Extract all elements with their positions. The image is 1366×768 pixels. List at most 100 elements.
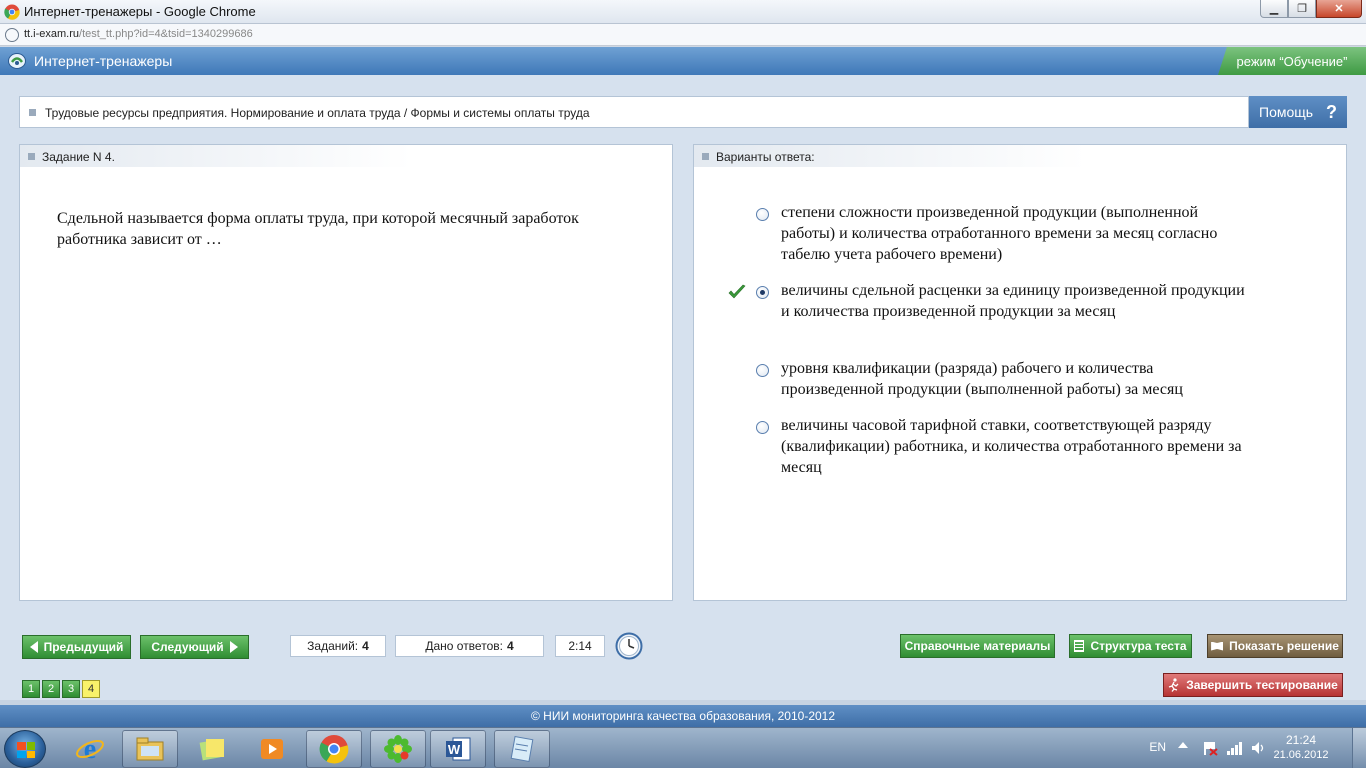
test-structure-label: Структура теста (1090, 639, 1187, 653)
taskbar-icq[interactable] (370, 730, 426, 768)
main-content: Трудовые ресурсы предприятия. Нормирован… (0, 75, 1366, 700)
arrow-left-icon (29, 641, 38, 653)
page-button-3[interactable]: 3 (62, 680, 80, 698)
taskbar-sticky-notes[interactable] (184, 730, 240, 768)
finish-test-label: Завершить тестирование (1186, 678, 1338, 692)
reference-materials-button[interactable]: Справочные материалы (900, 634, 1055, 658)
answer-radio[interactable] (756, 364, 769, 377)
next-label: Следующий (151, 640, 224, 654)
arrow-right-icon (229, 641, 238, 653)
show-desktop-button[interactable] (1352, 728, 1366, 768)
start-button[interactable] (4, 730, 46, 768)
minimize-icon: ▁ (1269, 3, 1279, 15)
task-header: Задание N 4. (20, 145, 412, 167)
next-button[interactable]: Следующий (140, 635, 249, 659)
window-title: Интернет-тренажеры - Google Chrome (24, 4, 256, 19)
exit-runner-icon (1169, 678, 1179, 692)
answer-radio[interactable] (756, 421, 769, 434)
window-controls: ▁ ❐ ✕ (1260, 0, 1362, 18)
tasks-count: Заданий: 4 (290, 635, 386, 657)
answered-count-label: Дано ответов: (425, 639, 503, 653)
show-hidden-icons-icon[interactable] (1178, 742, 1188, 748)
page-navigation: 1 2 3 4 (22, 680, 100, 698)
network-signal-icon[interactable] (1226, 740, 1244, 756)
sticky-notes-icon (199, 739, 224, 761)
url-text[interactable]: tt.i-exam.ru/test_tt.php?id=4&tsid=13402… (24, 28, 253, 40)
timer: 2:14 (555, 635, 605, 657)
app-header: Интернет-тренажеры режим “Обучение” (0, 47, 1366, 75)
windows-logo-icon (17, 742, 35, 758)
maximize-icon: ❐ (1297, 3, 1307, 15)
footer: © НИИ мониторинга качества образования, … (0, 705, 1366, 727)
page-button-4[interactable]: 4 (82, 680, 100, 698)
explorer-icon (136, 737, 164, 761)
volume-icon[interactable] (1250, 740, 1266, 756)
language-indicator[interactable]: EN (1149, 740, 1166, 754)
chrome-icon (319, 734, 349, 764)
answer-text: уровня квалификации (разряда) рабочего и… (781, 360, 1183, 398)
task-panel: Задание N 4. Сдельной называется форма о… (19, 144, 673, 601)
svg-text:W: W (448, 742, 461, 757)
answered-count-value: 4 (506, 639, 514, 653)
page-button-1[interactable]: 1 (22, 680, 40, 698)
address-bar[interactable]: tt.i-exam.ru/test_tt.php?id=4&tsid=13402… (0, 24, 1366, 46)
help-label: Помощь (1259, 104, 1314, 120)
answered-count: Дано ответов: 4 (395, 635, 544, 657)
show-solution-label: Показать решение (1229, 639, 1339, 653)
url-host: tt.i-exam.ru (24, 28, 80, 40)
taskbar-media-player[interactable] (244, 730, 300, 768)
question-mark-icon: ? (1326, 102, 1337, 122)
bullet-square-icon (29, 109, 36, 116)
bullet-square-icon (702, 153, 709, 160)
reference-materials-label: Справочные материалы (904, 639, 1051, 653)
prev-button[interactable]: Предыдущий (22, 635, 131, 659)
minimize-button[interactable]: ▁ (1260, 0, 1288, 18)
globe-icon (5, 28, 19, 42)
app-logo-icon (8, 53, 26, 69)
window-titlebar: Интернет-тренажеры - Google Chrome ▁ ❐ ✕ (0, 0, 1366, 24)
test-structure-button[interactable]: Структура теста (1069, 634, 1192, 658)
answers-header: Варианты ответа: (694, 145, 1086, 167)
task-header-text: Задание N 4. (42, 150, 115, 164)
taskbar-explorer[interactable] (122, 730, 178, 768)
word-icon: W (446, 737, 471, 761)
mode-badge: режим “Обучение” (1218, 47, 1366, 75)
app-title: Интернет-тренажеры (34, 53, 173, 69)
answer-radio-selected[interactable] (756, 286, 769, 299)
question-text: Сдельной называется форма оплаты труда, … (57, 210, 579, 248)
breadcrumb: Трудовые ресурсы предприятия. Нормирован… (19, 96, 1249, 128)
maximize-button[interactable]: ❐ (1288, 0, 1316, 18)
answers-header-text: Варианты ответа: (716, 150, 815, 164)
answer-radio[interactable] (756, 208, 769, 221)
clock-time[interactable]: 21:24 (1266, 733, 1336, 747)
taskbar-word[interactable]: W (430, 730, 486, 768)
book-icon (1211, 641, 1224, 651)
list-icon (1074, 640, 1085, 652)
answers-panel: Варианты ответа: степени сложности произ… (693, 144, 1347, 601)
media-player-icon (261, 739, 283, 759)
answer-text: степени сложности произведенной продукци… (781, 204, 1218, 263)
close-button[interactable]: ✕ (1316, 0, 1362, 18)
clock-date[interactable]: 21.06.2012 (1266, 749, 1336, 761)
page-button-2[interactable]: 2 (42, 680, 60, 698)
finish-test-button[interactable]: Завершить тестирование (1163, 673, 1343, 697)
answer-text: величины сдельной расценки за единицу пр… (781, 282, 1245, 320)
ie-icon: e (76, 734, 104, 764)
breadcrumb-text: Трудовые ресурсы предприятия. Нормирован… (45, 106, 590, 120)
taskbar-ie[interactable]: e (62, 730, 118, 768)
show-solution-button[interactable]: Показать решение (1207, 634, 1343, 658)
close-icon: ✕ (1334, 3, 1344, 15)
url-path: /test_tt.php?id=4&tsid=1340299686 (79, 28, 253, 40)
clock-icon (615, 632, 643, 660)
prev-label: Предыдущий (43, 640, 124, 654)
taskbar: e W EN 21:24 21.06.2012 (0, 727, 1366, 768)
check-icon (728, 284, 746, 299)
svg-text:e: e (84, 734, 96, 764)
tasks-count-value: 4 (362, 639, 369, 653)
system-tray: EN 21:24 21.06.2012 (1136, 728, 1366, 768)
help-button[interactable]: Помощь ? (1249, 96, 1347, 128)
chrome-icon (4, 4, 20, 20)
taskbar-chrome[interactable] (306, 730, 362, 768)
flag-warning-icon[interactable] (1202, 740, 1218, 756)
taskbar-notepad[interactable] (494, 730, 550, 768)
